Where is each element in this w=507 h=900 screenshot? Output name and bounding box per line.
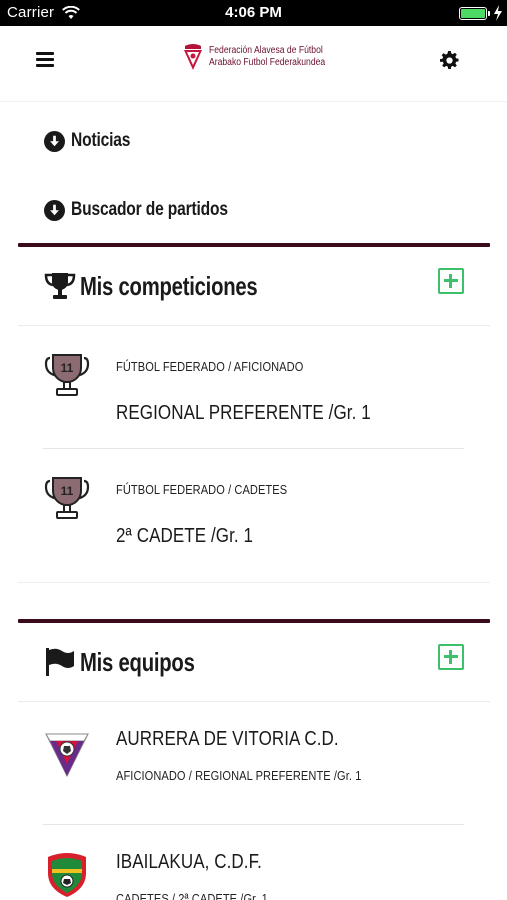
federation-crest-icon (184, 44, 202, 70)
download-circle-icon (44, 199, 65, 221)
nav-match-search-link[interactable]: Buscador de partidos (44, 199, 262, 221)
competition-row[interactable]: 11 FÚTBOL FEDERADO / CADETES 2ª CADETE /… (18, 449, 490, 581)
competition-name: 2ª CADETE /Gr. 1 (116, 525, 254, 547)
battery-icon (459, 7, 487, 20)
competition-category: FÚTBOL FEDERADO / CADETES (116, 482, 288, 497)
clock: 4:06 PM (225, 4, 282, 21)
federation-logo: Federación Alavesa de Fútbol Arabako Fut… (182, 43, 344, 71)
logo-title-line2: Arabako Futbol Federakundea (209, 57, 326, 68)
trophy-badge-number: 11 (61, 484, 74, 498)
charging-icon (494, 5, 502, 21)
teams-section-header: Mis equipos (18, 622, 490, 702)
trophy-badge-icon: 11 (44, 354, 90, 396)
competitions-title: Mis competiciones (80, 270, 258, 301)
team-name: IBAILAKUA, C.D.F. (116, 851, 262, 873)
team-row[interactable]: AURRERA DE VITORIA C.D. AFICIONADO / REG… (18, 702, 490, 824)
status-bar: Carrier 4:06 PM (0, 0, 507, 26)
team-detail: AFICIONADO / REGIONAL PREFERENTE /Gr. 1 (116, 768, 362, 783)
nav-news-link[interactable]: Noticias (44, 130, 143, 152)
competition-row[interactable]: 11 FÚTBOL FEDERADO / AFICIONADO REGIONAL… (18, 326, 490, 448)
aurrera-team-crest-icon (45, 733, 89, 778)
app-header: Federación Alavesa de Fútbol Arabako Fut… (0, 26, 507, 102)
team-name: AURRERA DE VITORIA C.D. (116, 728, 339, 750)
add-competition-button[interactable] (438, 268, 464, 294)
trophy-badge-number: 11 (61, 361, 74, 375)
nav-match-search-label: Buscador de partidos (71, 199, 228, 220)
download-circle-icon (44, 130, 65, 152)
teams-title: Mis equipos (80, 646, 195, 677)
competitions-section-header: Mis competiciones (18, 246, 490, 326)
team-row[interactable]: IBAILAKUA, C.D.F. CADETES / 2ª CADETE /G… (18, 825, 490, 900)
logo-title-line1: Federación Alavesa de Fútbol (209, 45, 323, 56)
add-team-button[interactable] (438, 644, 464, 670)
ibailakua-team-crest-icon (48, 853, 86, 897)
trophy-badge-icon: 11 (44, 477, 90, 519)
competition-name: REGIONAL PREFERENTE /Gr. 1 (116, 402, 371, 424)
competition-category: FÚTBOL FEDERADO / AFICIONADO (116, 359, 304, 374)
nav-news-label: Noticias (71, 130, 131, 151)
settings-gear-icon[interactable] (440, 51, 459, 70)
trophy-icon (44, 273, 76, 299)
flag-icon (46, 648, 74, 676)
hamburger-menu-button[interactable] (36, 52, 54, 68)
team-detail: CADETES / 2ª CADETE /Gr. 1 (116, 891, 268, 900)
